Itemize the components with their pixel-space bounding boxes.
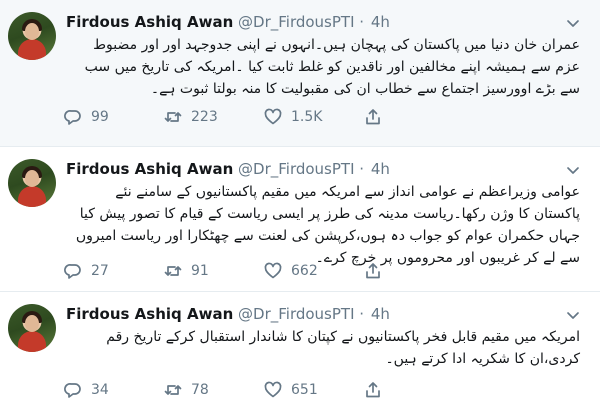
reply-icon bbox=[64, 383, 81, 398]
author-name[interactable]: Firdous Ashiq Awan bbox=[66, 13, 233, 31]
like-count: 662 bbox=[291, 263, 318, 279]
reply-count: 99 bbox=[91, 109, 109, 125]
reply-button[interactable]: 99 bbox=[64, 108, 164, 126]
avatar[interactable] bbox=[8, 304, 56, 352]
share-button[interactable] bbox=[364, 381, 394, 399]
author-handle[interactable]: @Dr_FirdousPTI bbox=[238, 160, 354, 178]
like-icon bbox=[264, 108, 282, 125]
avatar-shawl bbox=[18, 331, 46, 352]
share-button[interactable] bbox=[364, 108, 394, 126]
avatar-face bbox=[25, 170, 39, 187]
reply-icon bbox=[64, 110, 81, 125]
retweet-button[interactable]: 78 bbox=[164, 381, 264, 399]
reply-button[interactable]: 34 bbox=[64, 381, 164, 399]
share-button[interactable] bbox=[364, 262, 394, 280]
like-icon bbox=[264, 262, 282, 279]
tweet-actions: 27 91 662 bbox=[64, 260, 394, 282]
separator-dot: · bbox=[359, 160, 365, 178]
like-button[interactable]: 651 bbox=[264, 381, 364, 399]
tweet-actions: 99 223 1.5K bbox=[64, 106, 394, 128]
tweet-text: عوامی وزیراعظم نے عوامی انداز سے امریکہ … bbox=[75, 184, 580, 266]
like-count: 1.5K bbox=[291, 109, 323, 125]
retweet-button[interactable]: 223 bbox=[164, 108, 264, 126]
retweet-icon bbox=[164, 385, 182, 395]
tweet-text: عمران خان دنیا میں پاکستان کی پہچان ہیں۔… bbox=[84, 37, 580, 97]
reply-count: 27 bbox=[91, 263, 109, 279]
tweet-timestamp[interactable]: 4h bbox=[371, 13, 390, 31]
tweet-timestamp[interactable]: 4h bbox=[371, 305, 390, 323]
author-handle[interactable]: @Dr_FirdousPTI bbox=[238, 305, 354, 323]
author-name[interactable]: Firdous Ashiq Awan bbox=[66, 160, 233, 178]
avatar-shawl bbox=[18, 186, 46, 207]
tweet-header: Firdous Ashiq Awan @Dr_FirdousPTI · 4h bbox=[66, 12, 390, 32]
avatar[interactable] bbox=[8, 12, 56, 60]
like-count: 651 bbox=[291, 382, 318, 398]
tweet-text: امریکہ میں مقیم قابل فخر پاکستانیوں نے ک… bbox=[106, 329, 580, 367]
tweet-header: Firdous Ashiq Awan @Dr_FirdousPTI · 4h bbox=[66, 159, 390, 179]
share-icon bbox=[366, 263, 380, 279]
tweet[interactable]: Firdous Ashiq Awan @Dr_FirdousPTI · 4h ا… bbox=[0, 292, 600, 418]
tweet-timeline: Firdous Ashiq Awan @Dr_FirdousPTI · 4h ع… bbox=[0, 0, 600, 418]
avatar-face bbox=[25, 315, 39, 332]
reply-button[interactable]: 27 bbox=[64, 262, 164, 280]
like-button[interactable]: 1.5K bbox=[264, 108, 364, 126]
retweet-icon bbox=[164, 266, 182, 276]
like-icon bbox=[264, 381, 282, 398]
tweet-header: Firdous Ashiq Awan @Dr_FirdousPTI · 4h bbox=[66, 304, 390, 324]
share-icon bbox=[366, 109, 380, 125]
chevron-down-icon[interactable] bbox=[566, 308, 580, 322]
chevron-down-icon[interactable] bbox=[566, 16, 580, 30]
like-button[interactable]: 662 bbox=[264, 262, 364, 280]
separator-dot: · bbox=[359, 305, 365, 323]
tweet-actions: 34 78 651 bbox=[64, 379, 394, 401]
separator-dot: · bbox=[359, 13, 365, 31]
retweet-button[interactable]: 91 bbox=[164, 262, 264, 280]
avatar[interactable] bbox=[8, 159, 56, 207]
chevron-down-icon[interactable] bbox=[566, 163, 580, 177]
retweet-count: 91 bbox=[191, 263, 209, 279]
tweet[interactable]: Firdous Ashiq Awan @Dr_FirdousPTI · 4h ع… bbox=[0, 147, 600, 292]
reply-count: 34 bbox=[91, 382, 109, 398]
retweet-count: 223 bbox=[191, 109, 218, 125]
reply-icon bbox=[64, 264, 81, 279]
author-name[interactable]: Firdous Ashiq Awan bbox=[66, 305, 233, 323]
share-icon bbox=[366, 382, 380, 398]
avatar-face bbox=[25, 23, 39, 40]
tweet[interactable]: Firdous Ashiq Awan @Dr_FirdousPTI · 4h ع… bbox=[0, 0, 600, 147]
retweet-count: 78 bbox=[191, 382, 209, 398]
retweet-icon bbox=[164, 112, 182, 122]
author-handle[interactable]: @Dr_FirdousPTI bbox=[238, 13, 354, 31]
tweet-timestamp[interactable]: 4h bbox=[371, 160, 390, 178]
avatar-shawl bbox=[18, 39, 46, 60]
